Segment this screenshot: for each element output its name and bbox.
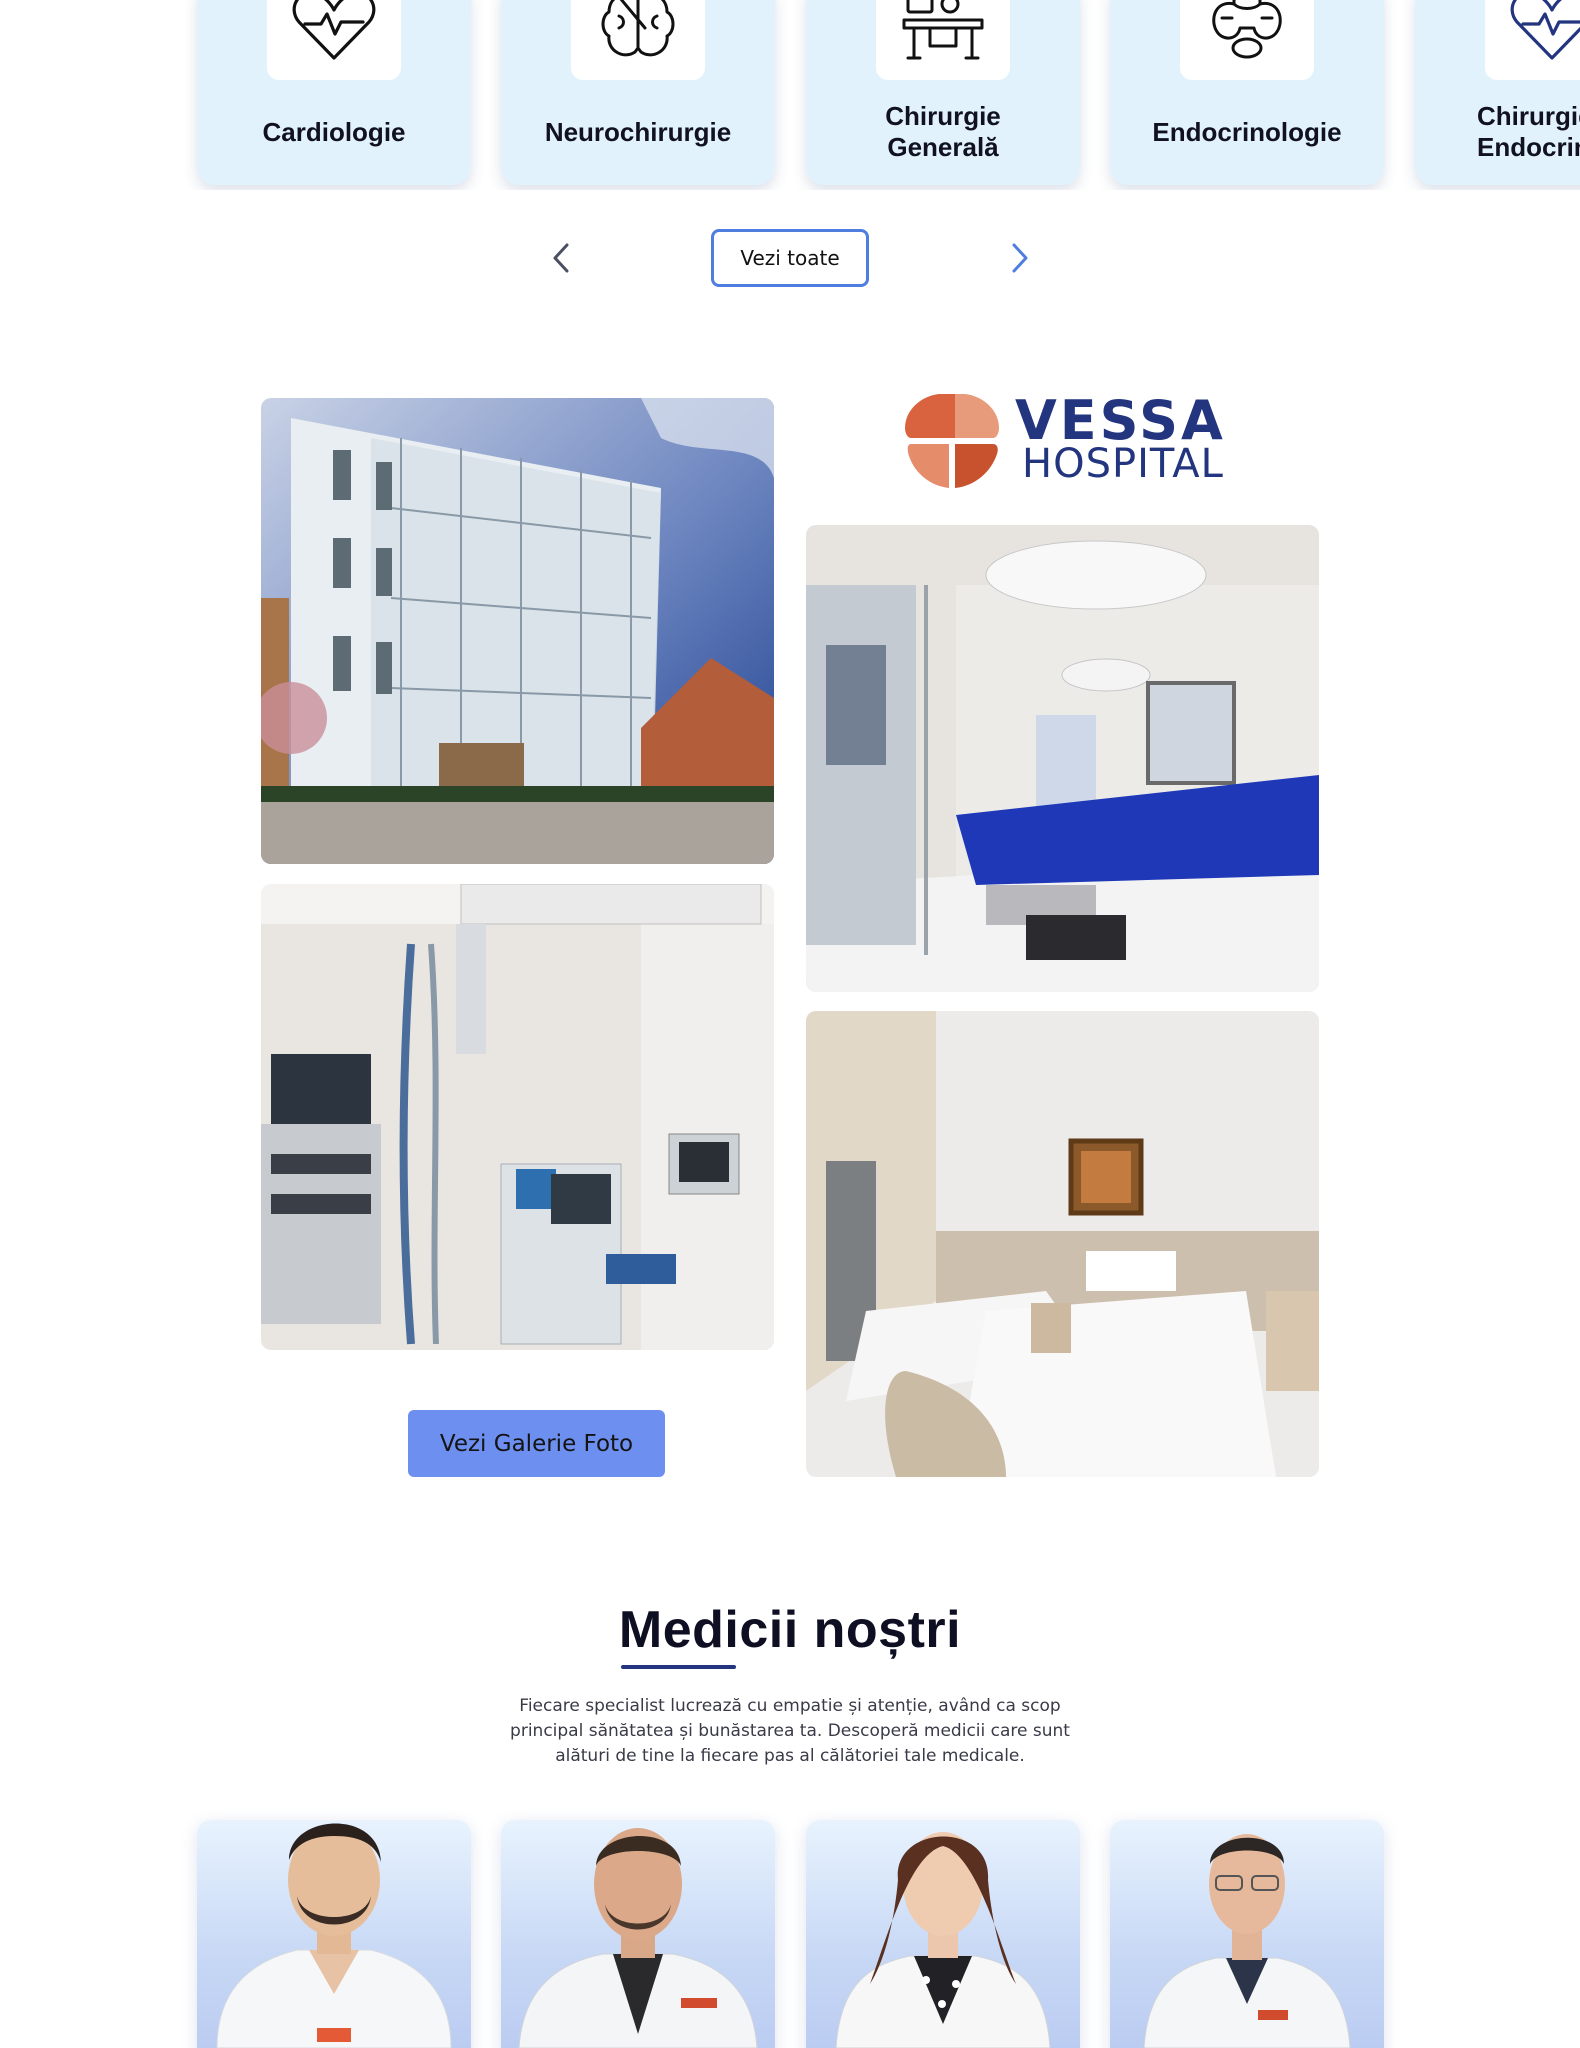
specialty-label: Neurochirurgie [544, 116, 732, 147]
title-underline [621, 1665, 736, 1669]
vessa-hospital-logo: VESSA HOSPITAL [905, 392, 1223, 488]
heart-pulse-icon [1485, 0, 1580, 80]
specialties-carousel: Cardiologie Neurochirurgie Chirurgie Gen [0, 0, 1580, 190]
vessa-cross-icon [905, 394, 999, 488]
specialty-card-neurochirurgie[interactable]: Neurochirurgie [501, 0, 775, 185]
view-all-button[interactable]: Vezi toate [711, 229, 869, 287]
photo-gallery-button[interactable]: Vezi Galerie Foto [408, 1410, 665, 1477]
specialty-card-chirurgie-generala[interactable]: Chirurgie Generală [806, 0, 1080, 185]
doctor-card[interactable] [501, 1820, 775, 2048]
heart-pulse-icon [267, 0, 401, 80]
operating-table-icon [876, 0, 1010, 80]
thyroid-icon [1180, 0, 1314, 80]
carousel-controls: Vezi toate [0, 228, 1580, 288]
specialty-card-chirurgie-endocrina[interactable]: Chirurgie Endocrin [1415, 0, 1580, 185]
doctor-photo [518, 1828, 758, 2048]
photo-anesthesia-equipment[interactable] [261, 884, 774, 1350]
specialty-label: Chirurgie Generală [885, 101, 1001, 162]
doctor-photo [835, 1832, 1051, 2048]
specialty-card-cardiologie[interactable]: Cardiologie [197, 0, 471, 185]
doctor-card[interactable] [1110, 1820, 1384, 2048]
specialty-label: Chirurgie Endocrin [1477, 101, 1580, 162]
section-intro-text: Fiecare specialist lucrează cu empatie ș… [510, 1696, 1070, 1766]
photo-hospital-building[interactable] [261, 398, 774, 864]
logo-text-hospital: HOSPITAL [1022, 441, 1224, 487]
doctor-photo [216, 1823, 452, 2048]
doctor-card[interactable] [806, 1820, 1080, 2048]
photo-operating-room[interactable] [806, 525, 1319, 992]
photo-patient-room[interactable] [806, 1011, 1319, 1477]
specialty-card-endocrinologie[interactable]: Endocrinologie [1110, 0, 1384, 185]
specialty-label: Cardiologie [262, 116, 406, 147]
specialty-label: Endocrinologie [1152, 116, 1342, 147]
brain-scalpel-icon [571, 0, 705, 80]
chevron-right-icon[interactable] [1003, 242, 1035, 274]
doctor-photo [1143, 1834, 1351, 2048]
chevron-left-icon[interactable] [546, 242, 578, 274]
doctor-card[interactable] [197, 1820, 471, 2048]
section-title: Medicii noștri [618, 1601, 962, 1659]
